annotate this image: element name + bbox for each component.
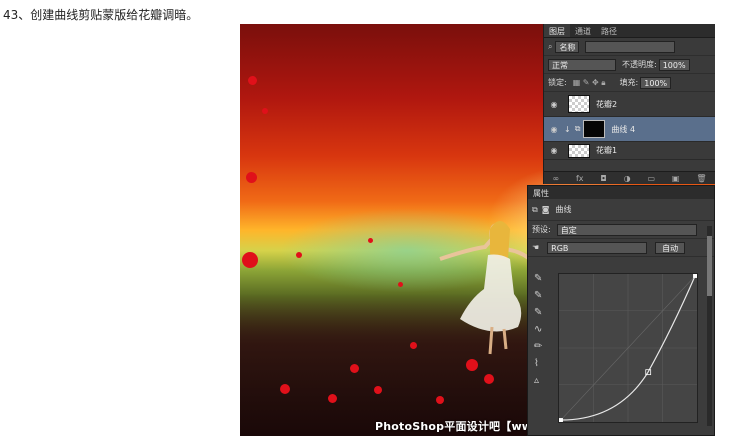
layers-footer: ∞ fx ◘ ◑ ▭ ▣ 🗑︎ (544, 171, 715, 184)
visibility-eye-icon[interactable]: ◉ (548, 146, 560, 155)
layer-item[interactable]: ◉ 花瓣2 (544, 92, 715, 117)
preset-row: 预设: 自定 (528, 221, 714, 239)
layer-item[interactable]: ◉ 花瓣1 (544, 142, 715, 160)
layers-panel: 图层 通道 路径 ⌕ 名称 正常 不透明度: 100% 锁定: ▦ ✎ ✥ 🔒︎… (543, 24, 715, 184)
petal (296, 252, 302, 258)
search-icon: ⌕ (548, 41, 553, 51)
layer-name: 花瓣2 (596, 99, 618, 109)
opacity-input[interactable]: 100% (658, 58, 690, 71)
layers-panel-tabs: 图层 通道 路径 (544, 24, 715, 38)
curves-adjustment-icon: ⧉ (574, 124, 581, 133)
properties-type-row: ⧉ ◙ 曲线 (528, 199, 714, 221)
tab-paths[interactable]: 路径 (596, 24, 622, 37)
filter-row: ⌕ 名称 (544, 38, 715, 56)
visibility-eye-icon[interactable]: ◉ (548, 125, 560, 134)
preset-label: 预设: (532, 225, 551, 234)
curves-icon: ⧉ (532, 204, 538, 214)
lock-icons[interactable]: ▦ ✎ ✥ 🔒︎ (573, 78, 606, 88)
fill-label: 填充: (619, 78, 639, 87)
petal (350, 364, 359, 373)
link-icon[interactable]: ∞ (552, 174, 559, 183)
folder-icon[interactable]: ▭ (647, 174, 655, 183)
adjustment-type: 曲线 (555, 205, 572, 214)
visibility-eye-icon[interactable]: ◉ (548, 100, 560, 109)
curve-point-icon[interactable]: ∿ (534, 324, 552, 335)
smooth-icon[interactable]: ⌇ (534, 358, 552, 369)
fill-input[interactable]: 100% (640, 76, 672, 89)
petal (398, 282, 403, 287)
tab-layers[interactable]: 图层 (544, 24, 570, 37)
blend-row: 正常 不透明度: 100% (544, 56, 715, 74)
adjustment-icon[interactable]: ◑ (624, 174, 631, 183)
properties-scrollbar[interactable] (707, 226, 712, 426)
lock-label: 锁定: (548, 78, 567, 87)
petal (280, 384, 290, 394)
petal (262, 108, 268, 114)
petal (484, 374, 494, 384)
preset-select[interactable]: 自定 (556, 223, 697, 236)
auto-button[interactable]: 自动 (655, 241, 686, 254)
hand-icon[interactable]: ☚ (532, 243, 539, 252)
layer-name: 花瓣1 (596, 146, 618, 155)
layer-mask-thumbnail[interactable] (583, 120, 606, 138)
channel-select[interactable]: RGB (547, 241, 648, 254)
petal (410, 342, 417, 349)
petal (246, 172, 257, 183)
petal (248, 76, 257, 85)
petal (242, 252, 258, 268)
tab-channels[interactable]: 通道 (570, 24, 596, 37)
mask-toggle-icon[interactable]: ◙ (542, 205, 550, 214)
pencil-icon[interactable]: ✏ (534, 341, 552, 352)
trash-icon[interactable]: 🗑︎ (696, 174, 706, 183)
clipping-warning-icon[interactable]: ▵ (534, 375, 552, 386)
petal (436, 396, 444, 404)
opacity-label: 不透明度: (622, 60, 657, 69)
eyedropper-black-icon[interactable]: ✎ (534, 273, 552, 284)
eyedropper-white-icon[interactable]: ✎ (534, 307, 552, 318)
petal (466, 359, 478, 371)
mask-icon[interactable]: ◘ (600, 174, 606, 183)
petal (368, 238, 373, 243)
curves-graph[interactable] (558, 273, 698, 423)
layer-item-selected[interactable]: ◉ ↓ ⧉ 曲线 4 (544, 117, 715, 142)
petal (374, 386, 382, 394)
properties-panel: 属性 ⧉ ◙ 曲线 预设: 自定 ☚ RGB 自动 ✎ ✎ ✎ ∿ ✏ ⌇ ▵ (527, 185, 715, 436)
lock-row: 锁定: ▦ ✎ ✥ 🔒︎ 填充: 100% (544, 74, 715, 92)
blend-mode-select[interactable]: 正常 (548, 58, 616, 71)
properties-title: 属性 (528, 186, 714, 199)
fx-icon[interactable]: fx (576, 174, 584, 183)
eyedropper-gray-icon[interactable]: ✎ (534, 290, 552, 301)
clip-arrow-icon: ↓ (564, 124, 571, 134)
tutorial-caption: 43、创建曲线剪贴蒙版给花瓣调暗。 (3, 8, 199, 22)
petal (328, 394, 337, 403)
layer-thumbnail (568, 95, 590, 113)
dancing-girl (439, 221, 540, 355)
new-layer-icon[interactable]: ▣ (672, 174, 680, 183)
curve-tools: ✎ ✎ ✎ ∿ ✏ ⌇ ▵ (534, 273, 552, 386)
layer-name: 曲线 4 (611, 124, 636, 134)
channel-row: ☚ RGB 自动 (528, 239, 714, 257)
kind-filter-select[interactable]: 名称 (555, 40, 580, 53)
filter-input[interactable] (585, 40, 676, 53)
layer-thumbnail (568, 143, 590, 158)
